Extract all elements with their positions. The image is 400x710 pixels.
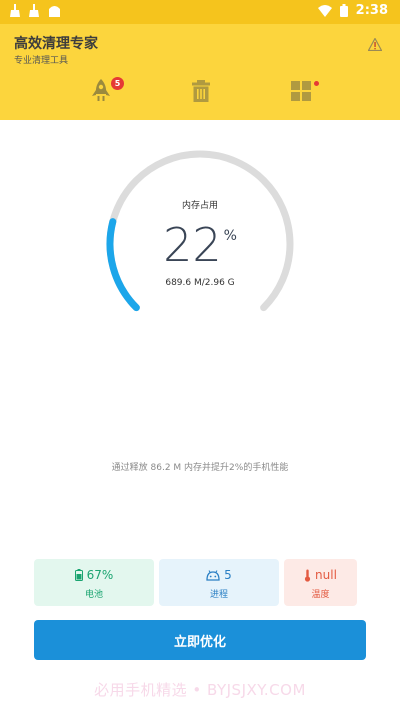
- temperature-card[interactable]: null 温度: [284, 559, 357, 606]
- tab-tools[interactable]: [288, 78, 314, 104]
- process-label: 进程: [209, 590, 228, 600]
- tab-clean[interactable]: [188, 78, 214, 104]
- tools-dot-badge: [314, 81, 319, 86]
- process-card[interactable]: 5 进程: [159, 559, 279, 606]
- broom-icon: [10, 4, 20, 17]
- percent-unit: %: [223, 228, 237, 244]
- app-icon: [48, 5, 61, 17]
- app-title: 高效清理专家: [14, 36, 98, 52]
- process-value-row: 5: [159, 568, 279, 582]
- temperature-label: 温度: [311, 590, 330, 600]
- trash-icon: [192, 80, 210, 102]
- thermometer-icon: [304, 569, 311, 582]
- app-subtitle: 专业清理工具: [14, 56, 69, 66]
- battery-label: 电池: [84, 590, 103, 600]
- wifi-icon: [317, 4, 332, 17]
- gauge-label: 内存占用: [181, 201, 218, 211]
- battery-icon: [339, 4, 348, 17]
- memory-usage: 689.6 M/2.96 G: [165, 278, 235, 288]
- app-bar: 高效清理专家 专业清理工具 5: [0, 24, 400, 120]
- boost-badge: 5: [111, 77, 124, 90]
- warning-icon[interactable]: [367, 36, 383, 55]
- battery-icon: [74, 569, 83, 581]
- status-system: 2:38: [317, 3, 388, 18]
- memory-percent: 22: [163, 218, 222, 272]
- android-icon: [206, 569, 220, 581]
- battery-value: 67%: [86, 568, 114, 582]
- optimize-tip: 通过释放 86.2 M 内存并提升2%的手机性能: [111, 463, 289, 473]
- battery-card[interactable]: 67% 电池: [34, 559, 154, 606]
- temperature-value-row: null: [284, 568, 357, 582]
- status-notifications: [10, 4, 61, 17]
- battery-value-row: 67%: [34, 568, 154, 582]
- broom-icon: [29, 4, 39, 17]
- watermark: 必用手机精选 • BYJSJXY.COM: [94, 681, 306, 699]
- process-value: 5: [224, 568, 232, 582]
- optimize-button[interactable]: 立即优化: [34, 620, 366, 660]
- grid-icon: [291, 81, 311, 101]
- gauge-value: 22%: [104, 218, 296, 272]
- status-time: 2:38: [355, 3, 388, 18]
- temperature-value: null: [315, 568, 337, 582]
- status-bar: 2:38: [0, 0, 400, 24]
